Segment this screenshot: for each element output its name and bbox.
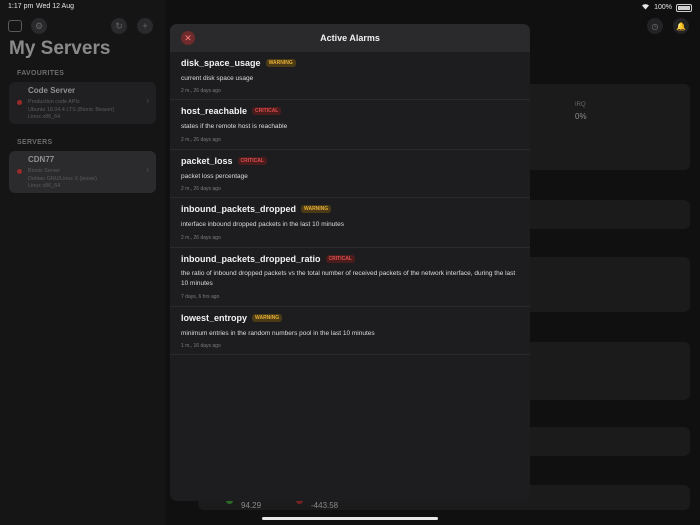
status-dot	[17, 169, 22, 174]
server-card-code-server[interactable]: Code Server Production code APIs Ubuntu …	[9, 82, 156, 124]
server-detail: Bionic Server	[28, 168, 61, 174]
alarm-item[interactable]: disk_space_usage WARNING current disk spa…	[170, 52, 530, 100]
irq-value: 0%	[575, 112, 587, 121]
status-bar: 1:17 pm Wed 12 Aug 100%	[0, 0, 700, 14]
alarm-name: disk_space_usage	[181, 58, 261, 68]
modal-header: ✕ Active Alarms	[170, 24, 530, 52]
alarm-time: 7 days, 6 hrs ago	[181, 294, 220, 300]
chevron-right-icon: ›	[146, 165, 149, 174]
alarm-level-badge: CRITICAL	[237, 157, 267, 165]
alarm-level-badge: WARNING	[301, 205, 332, 213]
wifi-icon	[641, 3, 650, 12]
status-dot	[17, 100, 22, 105]
sidebar: ⚙ ↻ + My Servers FAVOURITES Code Server …	[0, 0, 165, 525]
alarm-description: states if the remote host is reachable	[181, 123, 288, 130]
alarm-description: current disk space usage	[181, 75, 254, 82]
alarm-name: lowest_entropy	[181, 313, 248, 323]
alarm-name: inbound_packets_dropped_ratio	[181, 254, 321, 264]
battery-percent: 100%	[654, 4, 672, 11]
server-name: Code Server	[28, 86, 76, 95]
alarm-description: interface inbound dropped packets in the…	[181, 221, 344, 228]
battery-icon	[676, 3, 692, 12]
modal-title: Active Alarms	[320, 33, 380, 43]
alarm-time: 2 m., 26 days ago	[181, 137, 221, 143]
home-indicator[interactable]	[262, 517, 438, 520]
alarm-level-badge: WARNING	[252, 314, 283, 322]
alarm-item[interactable]: inbound_packets_dropped WARNING interface…	[170, 198, 530, 248]
alarm-level-badge: CRITICAL	[252, 107, 282, 115]
alarm-description: the ratio of inbound dropped packets vs …	[181, 270, 516, 287]
server-name: CDN77	[28, 155, 55, 164]
settings-icon[interactable]: ⚙	[31, 18, 47, 34]
chevron-right-icon: ›	[146, 96, 149, 105]
sidebar-toggle-icon[interactable]	[8, 20, 22, 32]
status-date: Wed 12 Aug	[36, 3, 75, 10]
alarm-level-badge: CRITICAL	[325, 255, 355, 263]
active-alarms-modal: ✕ Active Alarms disk_space_usage WARNING …	[170, 24, 530, 501]
alarm-item[interactable]: inbound_packets_dropped_ratio CRITICAL th…	[170, 248, 530, 307]
servers-header: SERVERS	[17, 139, 53, 146]
alarm-time: 2 m., 26 days ago	[181, 88, 221, 94]
divider	[170, 354, 530, 355]
page-title: My Servers	[9, 38, 111, 59]
server-card-cdn77[interactable]: CDN77 Bionic Server Debian GNU/Linux X (…	[9, 151, 156, 193]
stat-up-value: 94.29	[241, 501, 262, 510]
alarm-description: packet loss percentage	[181, 173, 248, 180]
favourites-header: FAVOURITES	[17, 70, 65, 77]
irq-label: IRQ	[575, 102, 586, 108]
alarm-time: 2 m., 26 days ago	[181, 186, 221, 192]
alarm-time: 2 m., 26 days ago	[181, 235, 221, 241]
server-detail: Linux x86_64	[28, 183, 61, 189]
alarm-bell-icon[interactable]: 🔔	[673, 18, 689, 34]
status-right: 100%	[641, 3, 692, 12]
alarm-item[interactable]: packet_loss CRITICAL packet loss percenta…	[170, 150, 530, 198]
alarm-item[interactable]: host_reachable CRITICAL states if the rem…	[170, 100, 530, 150]
alarm-description: minimum entries in the random numbers po…	[181, 330, 375, 337]
server-detail: Ubuntu 18.04.4 LTS (Bionic Beaver)	[28, 107, 115, 113]
server-detail: Linux x86_64	[28, 114, 61, 120]
add-server-icon[interactable]: +	[137, 18, 153, 34]
status-time: 1:17 pm	[8, 3, 34, 10]
alarm-name: packet_loss	[181, 156, 233, 166]
server-detail: Debian GNU/Linux X (jessie)	[28, 176, 97, 182]
history-icon[interactable]: ◷	[647, 18, 663, 34]
alarm-time: 1 m., 16 days ago	[181, 343, 221, 349]
server-detail: Production code APIs	[28, 99, 80, 105]
stat-down-value: -443.58	[311, 501, 339, 510]
alarm-name: inbound_packets_dropped	[181, 204, 297, 214]
alarm-level-badge: WARNING	[265, 59, 296, 67]
alarm-item[interactable]: lowest_entropy WARNING minimum entries in…	[170, 307, 530, 355]
alarm-name: host_reachable	[181, 106, 248, 116]
refresh-icon[interactable]: ↻	[111, 18, 127, 34]
